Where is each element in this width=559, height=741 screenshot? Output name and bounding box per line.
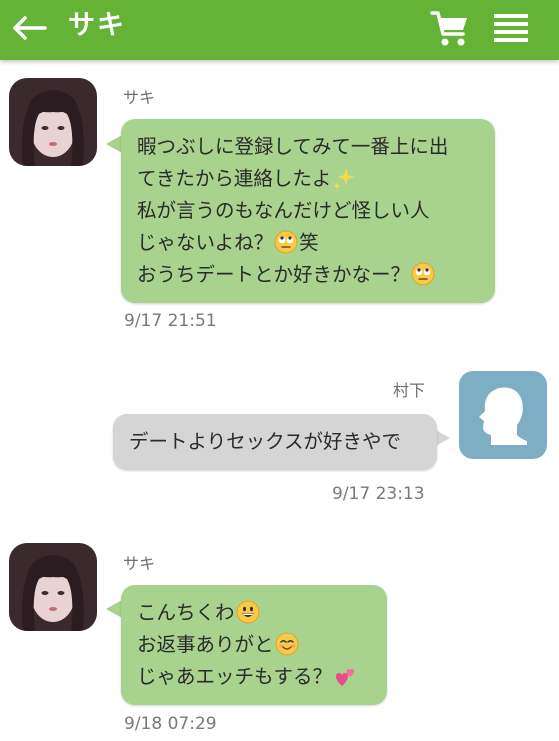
message-line-wrap: じゃあエッチもする？: [137, 661, 371, 693]
app-header: サキ: [0, 0, 559, 60]
message-timestamp: 9/17 21:51: [124, 311, 217, 331]
sparkles-icon: [333, 167, 356, 190]
message-line: てきたから連絡したよ: [137, 167, 332, 190]
message-line-wrap: てきたから連絡したよ: [137, 163, 479, 195]
message-line-wrap: おうちデートとか好きかなー？: [137, 259, 479, 291]
grinning-face-icon: [236, 600, 260, 623]
message-line: お返事ありがと: [137, 633, 274, 656]
message-line: 私が言うのもなんだけど怪しい人: [137, 199, 430, 222]
avatar[interactable]: [459, 371, 547, 459]
message-line: じゃあエッチもする？: [137, 665, 333, 688]
sender-name: サキ: [123, 554, 156, 573]
sender-name: 村下: [393, 381, 426, 400]
message-line: じゃないよね？: [137, 231, 274, 254]
avatar-photo: [9, 543, 97, 631]
back-arrow-icon[interactable]: [12, 13, 48, 43]
two-hearts-icon: [335, 668, 354, 686]
message-line: 暇つぶしに登録してみて一番上に出: [137, 135, 449, 158]
bubble-tail: [106, 600, 122, 618]
avatar-photo: [9, 78, 97, 166]
message-timestamp: 9/17 23:13: [332, 484, 425, 504]
avatar[interactable]: [9, 78, 97, 166]
message-line: おうちデートとか好きかなー？: [137, 263, 411, 286]
cart-icon[interactable]: [430, 8, 470, 48]
eye-roll-face-icon: [274, 230, 298, 253]
person-silhouette-icon: [479, 387, 527, 445]
eye-roll-face-icon: [411, 262, 435, 285]
message-line: 笑: [299, 231, 319, 254]
avatar[interactable]: [9, 543, 97, 631]
message-line-wrap: じゃないよね？ 笑: [137, 227, 479, 259]
menu-icon[interactable]: [494, 12, 528, 44]
message-bubble[interactable]: 暇つぶしに登録してみて一番上に出 てきたから連絡したよ 私が言うのもなんだけど怪…: [121, 119, 495, 303]
message-line-wrap: お返事ありがと: [137, 629, 371, 661]
page-title: サキ: [68, 10, 126, 41]
message-line: デートよりセックスが好きやで: [129, 430, 402, 453]
bubble-tail: [106, 135, 122, 153]
smiling-face-icon: [275, 632, 299, 655]
message-bubble[interactable]: デートよりセックスが好きやで: [113, 414, 437, 470]
message-line: こんちくわ: [137, 601, 235, 624]
message-line-wrap: こんちくわ: [137, 597, 371, 629]
message-timestamp: 9/18 07:29: [124, 714, 217, 734]
message-bubble[interactable]: こんちくわ お返事ありがと じゃあエッチもする？: [121, 585, 387, 705]
sender-name: サキ: [123, 88, 156, 107]
